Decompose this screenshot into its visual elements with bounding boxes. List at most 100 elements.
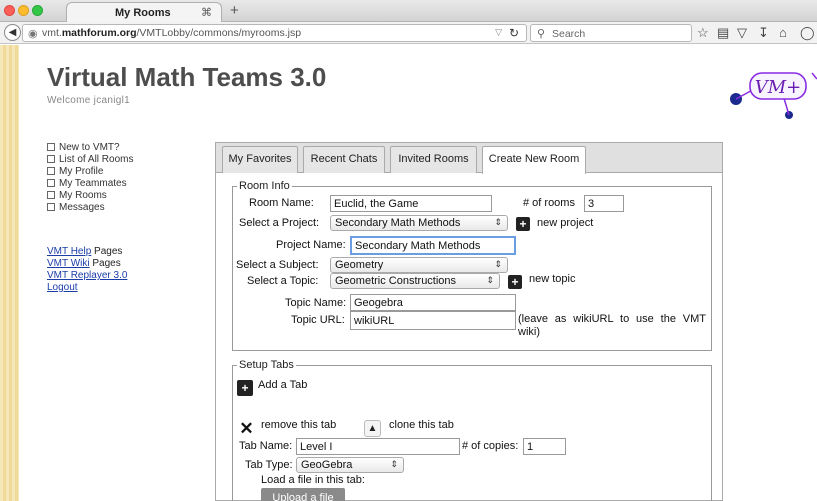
minimize-window-button[interactable]: [18, 5, 29, 16]
subject-select-value: Geometry: [335, 259, 384, 271]
add-tab-button[interactable]: +: [237, 380, 253, 396]
select-arrows-icon: ⇕: [494, 217, 502, 227]
topic-select-value: Geometric Constructions: [335, 275, 457, 287]
load-file-label: Load a file in this tab:: [261, 474, 365, 486]
num-rooms-input[interactable]: [584, 195, 624, 212]
pocket-icon[interactable]: ▽: [737, 26, 747, 40]
room-name-input[interactable]: [330, 195, 492, 212]
remove-tab-label: remove this tab: [261, 419, 337, 431]
back-icon[interactable]: ◀: [4, 24, 21, 41]
topic-name-input[interactable]: [350, 294, 516, 311]
subject-select[interactable]: Geometry ⇕: [330, 257, 508, 273]
rooms-tabbar: My Favorites Recent Chats Invited Rooms …: [216, 143, 722, 174]
copies-label: # of copies:: [462, 440, 519, 452]
expand-icon: [47, 191, 55, 199]
sidebar-item-label: New to VMT?: [59, 141, 120, 153]
new-project-button[interactable]: +: [516, 217, 530, 231]
subject-label: Select a Subject:: [236, 259, 319, 271]
expand-icon: [47, 143, 55, 151]
reading-list-icon[interactable]: ▤: [717, 26, 729, 40]
tab-create-new-room[interactable]: Create New Room: [482, 146, 586, 174]
new-tab-button[interactable]: +: [230, 3, 239, 18]
project-label: Select a Project:: [239, 217, 320, 229]
room-info-group: Room Info Room Name: # of rooms Select a…: [232, 180, 712, 351]
browser-titlebar: My Rooms ⌘ +: [0, 0, 817, 23]
tab-type-select[interactable]: GeoGebra ⇕: [296, 457, 404, 473]
home-icon[interactable]: ⌂: [779, 26, 787, 40]
topic-url-input[interactable]: [350, 311, 516, 330]
star-icon[interactable]: ☆: [697, 26, 709, 40]
sidebar-item-messages[interactable]: Messages: [47, 201, 133, 213]
topic-name-label: Topic Name:: [285, 297, 347, 309]
tab-type-label: Tab Type:: [245, 459, 293, 471]
sidebar-item-label: My Teammates: [59, 177, 127, 189]
project-name-input[interactable]: [350, 236, 516, 255]
sidebar-links: VMT Help Pages VMT Wiki Pages VMT Replay…: [47, 246, 127, 294]
search-icon: ⚲: [537, 28, 546, 40]
tab-recent-chats[interactable]: Recent Chats: [303, 146, 385, 173]
num-rooms-label: # of rooms: [523, 197, 575, 209]
logo-text: VM+: [755, 77, 802, 98]
sidebar-item-all-rooms[interactable]: List of All Rooms: [47, 153, 133, 165]
sidebar-nav: New to VMT? List of All Rooms My Profile…: [47, 141, 133, 213]
browser-tab[interactable]: My Rooms ⌘: [66, 2, 222, 23]
expand-icon: [47, 203, 55, 211]
new-topic-button[interactable]: +: [508, 275, 522, 289]
new-topic-label: new topic: [529, 273, 576, 285]
expand-icon: [47, 155, 55, 163]
room-info-legend: Room Info: [237, 180, 292, 192]
remove-tab-icon[interactable]: ✕: [238, 420, 255, 437]
url-dropdown-icon[interactable]: ▽: [495, 27, 502, 38]
browser-tab-title: My Rooms: [115, 7, 171, 19]
tab-invited-rooms[interactable]: Invited Rooms: [390, 146, 477, 173]
tab-close-icon[interactable]: ⌘: [201, 6, 212, 19]
vmt-replayer-link[interactable]: VMT Replayer 3.0: [47, 270, 127, 281]
tab-name-input[interactable]: [296, 438, 460, 455]
clone-tab-icon[interactable]: ▲: [364, 420, 381, 437]
search-input[interactable]: ⚲ Search: [530, 24, 692, 42]
vmt-logo: VM+: [730, 72, 817, 119]
sidebar-item-my-rooms[interactable]: My Rooms: [47, 189, 133, 201]
clone-tab-label: clone this tab: [389, 419, 454, 431]
add-tab-label: Add a Tab: [258, 379, 308, 391]
vmt-help-link[interactable]: VMT Help: [47, 246, 91, 257]
sidebar-item-my-profile[interactable]: My Profile: [47, 165, 133, 177]
sidebar-item-label: Messages: [59, 201, 105, 213]
tab-my-favorites[interactable]: My Favorites: [222, 146, 298, 173]
close-window-button[interactable]: [4, 5, 15, 16]
topic-url-hint: (leave as wikiURL to use the VMT wiki): [518, 313, 706, 338]
room-name-label: Room Name:: [249, 197, 314, 209]
new-project-label: new project: [537, 217, 594, 229]
zoom-window-button[interactable]: [32, 5, 43, 16]
download-icon[interactable]: ↧: [758, 26, 769, 40]
reload-icon[interactable]: ↻: [509, 26, 519, 40]
app-title: Virtual Math Teams 3.0: [47, 62, 327, 92]
project-name-label: Project Name:: [276, 239, 346, 251]
browser-navbar: ◀ ◉ vmt.mathforum.org/VMTLobby/commons/m…: [0, 22, 817, 44]
topic-label: Select a Topic:: [247, 275, 319, 287]
logout-link[interactable]: Logout: [47, 282, 78, 293]
project-select[interactable]: Secondary Math Methods ⇕: [330, 215, 508, 231]
tab-type-select-value: GeoGebra: [301, 459, 353, 471]
upload-file-button[interactable]: Upload a file: [261, 488, 345, 501]
copies-input[interactable]: [523, 438, 566, 455]
sidebar-item-label: List of All Rooms: [59, 153, 134, 165]
setup-tabs-group: Setup Tabs + Add a Tab ✕ remove this tab…: [232, 359, 712, 501]
sidebar-item-my-teammates[interactable]: My Teammates: [47, 177, 133, 189]
vmt-wiki-link[interactable]: VMT Wiki: [47, 258, 90, 269]
select-arrows-icon: ⇕: [390, 459, 398, 469]
link-suffix: Pages: [91, 246, 123, 257]
extension-icon[interactable]: ◯: [800, 26, 815, 40]
tab-name-label: Tab Name:: [239, 440, 293, 452]
project-select-value: Secondary Math Methods: [335, 217, 461, 229]
globe-icon: ◉: [28, 28, 38, 40]
rooms-panel: My Favorites Recent Chats Invited Rooms …: [215, 142, 723, 501]
address-bar[interactable]: ◉ vmt.mathforum.org/VMTLobby/commons/myr…: [22, 24, 527, 42]
sidebar-item-new-to-vmt[interactable]: New to VMT?: [47, 141, 133, 153]
url-text[interactable]: vmt.mathforum.org/VMTLobby/commons/myroo…: [42, 27, 301, 39]
topic-select[interactable]: Geometric Constructions ⇕: [330, 273, 500, 289]
search-placeholder: Search: [552, 28, 586, 40]
link-suffix: Pages: [89, 258, 121, 269]
topic-url-label: Topic URL:: [291, 314, 345, 326]
setup-tabs-legend: Setup Tabs: [237, 359, 296, 371]
